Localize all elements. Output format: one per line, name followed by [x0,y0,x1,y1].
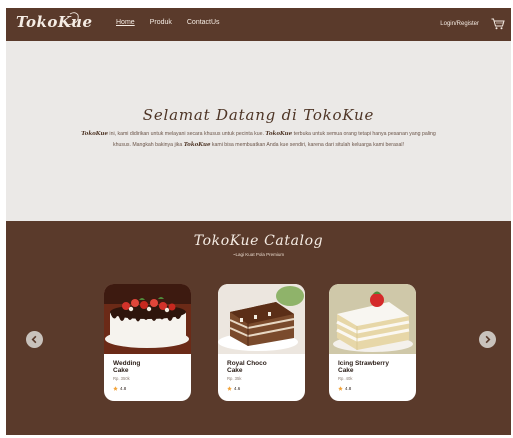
star-icon [338,386,343,391]
nav-link-home[interactable]: Home [116,19,135,26]
wedding-cake-image [104,284,191,354]
nav-link-produk[interactable]: Produk [150,19,172,26]
star-icon [113,386,118,391]
hero-brand-2: TokoKue [265,131,293,137]
catalog-title: TokoKue Catalog [193,233,324,249]
rating-value: 4.6 [234,386,241,391]
product-rating: 4.8 [113,386,126,391]
product-rating: 4.6 [227,386,240,391]
rating-value: 4.8 [345,386,352,391]
royal-choco-cake-image [218,284,305,354]
product-name: Wedding Cake [113,360,185,374]
product-price: Rp. 40k [338,376,353,381]
carousel-next-button[interactable] [479,331,496,348]
chevron-right-icon [485,335,491,344]
product-price: Rp. 35k [227,376,242,381]
catalog-section: TokoKue Catalog ~Lagi Kuat Pola Premium [6,221,511,435]
carousel-prev-button[interactable] [26,331,43,348]
nav-right: Login/Register [440,18,505,30]
product-name-line-1: Wedding [113,360,141,367]
icing-strawberry-cake-image [329,284,416,354]
product-name-line-2: Cake [338,367,354,374]
cart-icon[interactable] [491,18,505,30]
navbar: TokoKue Home Produk ContactUs Login/Regi… [6,8,511,41]
hero-text-1: ini, kami didirikan untuk melayani secar… [107,131,266,137]
rating-value: 4.8 [120,386,127,391]
hero-brand-3: TokoKue [183,142,211,148]
product-price: Rp. 350k [113,376,130,381]
product-rating: 4.8 [338,386,351,391]
star-icon [227,386,232,391]
hero-description: TokoKue ini, kami didirikan untuk melaya… [76,129,441,151]
product-name-line-1: Icing Strawberry [338,360,389,367]
hero-section: Selamat Datang di TokoKue TokoKue ini, k… [6,41,511,221]
product-name-line-2: Cake [113,367,129,374]
login-register-link[interactable]: Login/Register [440,21,479,27]
hero-brand-1: TokoKue [81,131,108,137]
nav-links: Home Produk ContactUs [116,19,220,26]
product-name-line-2: Cake [227,367,243,374]
product-card-royal-choco-cake[interactable]: Royal Choco Cake Rp. 35k 4.6 [218,284,305,401]
hero-text-3: kami bisa membuatkan Anda kue sendiri, k… [210,142,404,148]
product-name: Icing Strawberry Cake [338,360,410,374]
nav-link-contactus[interactable]: ContactUs [187,19,220,26]
hero-title: Selamat Datang di TokoKue [142,106,375,124]
catalog-subtitle: ~Lagi Kuat Pola Premium [232,252,285,257]
product-name: Royal Choco Cake [227,360,299,374]
chevron-left-icon [31,335,37,344]
logo-swoosh-icon [65,12,79,26]
product-card-wedding-cake[interactable]: Wedding Cake Rp. 350k 4.8 [104,284,191,401]
product-card-icing-strawberry-cake[interactable]: Icing Strawberry Cake Rp. 40k 4.8 [329,284,416,401]
product-name-line-1: Royal Choco [227,360,267,367]
